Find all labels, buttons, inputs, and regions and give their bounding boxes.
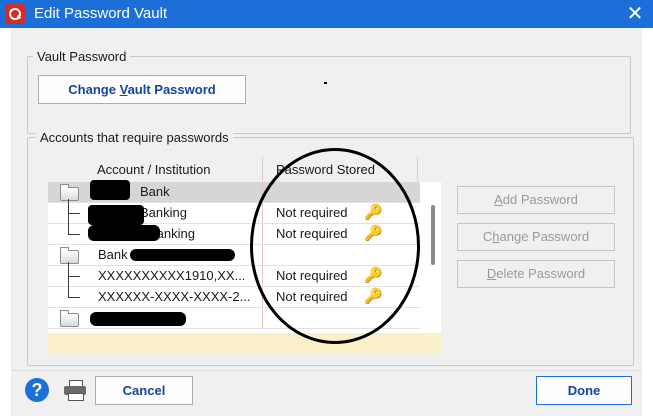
account-name: XXXXXXXXXX1910,XX...	[98, 268, 246, 283]
redaction-mark	[88, 205, 144, 225]
change-vault-password-button[interactable]: Change Vault Password	[38, 75, 246, 104]
footer-divider	[11, 370, 642, 371]
account-name: Bank	[98, 247, 128, 262]
app-logo-icon	[5, 4, 25, 24]
stray-mark	[324, 82, 327, 84]
change-password-button[interactable]: Change Password	[457, 223, 615, 251]
redaction-mark	[90, 312, 186, 326]
cancel-button[interactable]: Cancel	[95, 376, 193, 405]
help-icon[interactable]: ?	[25, 378, 49, 402]
account-name: XXXXXX-XXXX-XXXX-2...	[98, 289, 251, 304]
redaction-mark	[130, 249, 235, 261]
add-password-button[interactable]: Add Password	[457, 186, 615, 214]
printer-icon[interactable]	[64, 380, 86, 401]
folder-icon	[60, 184, 79, 201]
redaction-mark	[90, 180, 130, 200]
vertical-scrollbar[interactable]	[431, 205, 435, 265]
account-name: Bank	[140, 184, 170, 199]
column-header-account[interactable]: Account / Institution	[97, 162, 210, 177]
window-title: Edit Password Vault	[34, 5, 168, 22]
annotation-circle	[250, 148, 420, 344]
accounts-label: Accounts that require passwords	[36, 130, 233, 145]
folder-icon	[60, 247, 79, 264]
redaction-mark	[88, 225, 160, 241]
done-button[interactable]: Done	[536, 376, 632, 405]
account-name: Banking	[140, 205, 187, 220]
delete-password-button[interactable]: Delete Password	[457, 260, 615, 288]
folder-icon	[60, 310, 79, 327]
table-footer-band	[48, 333, 441, 354]
title-bar: Edit Password Vault ✕	[0, 0, 653, 28]
vault-password-label: Vault Password	[33, 49, 131, 64]
close-button[interactable]: ✕	[623, 2, 647, 26]
